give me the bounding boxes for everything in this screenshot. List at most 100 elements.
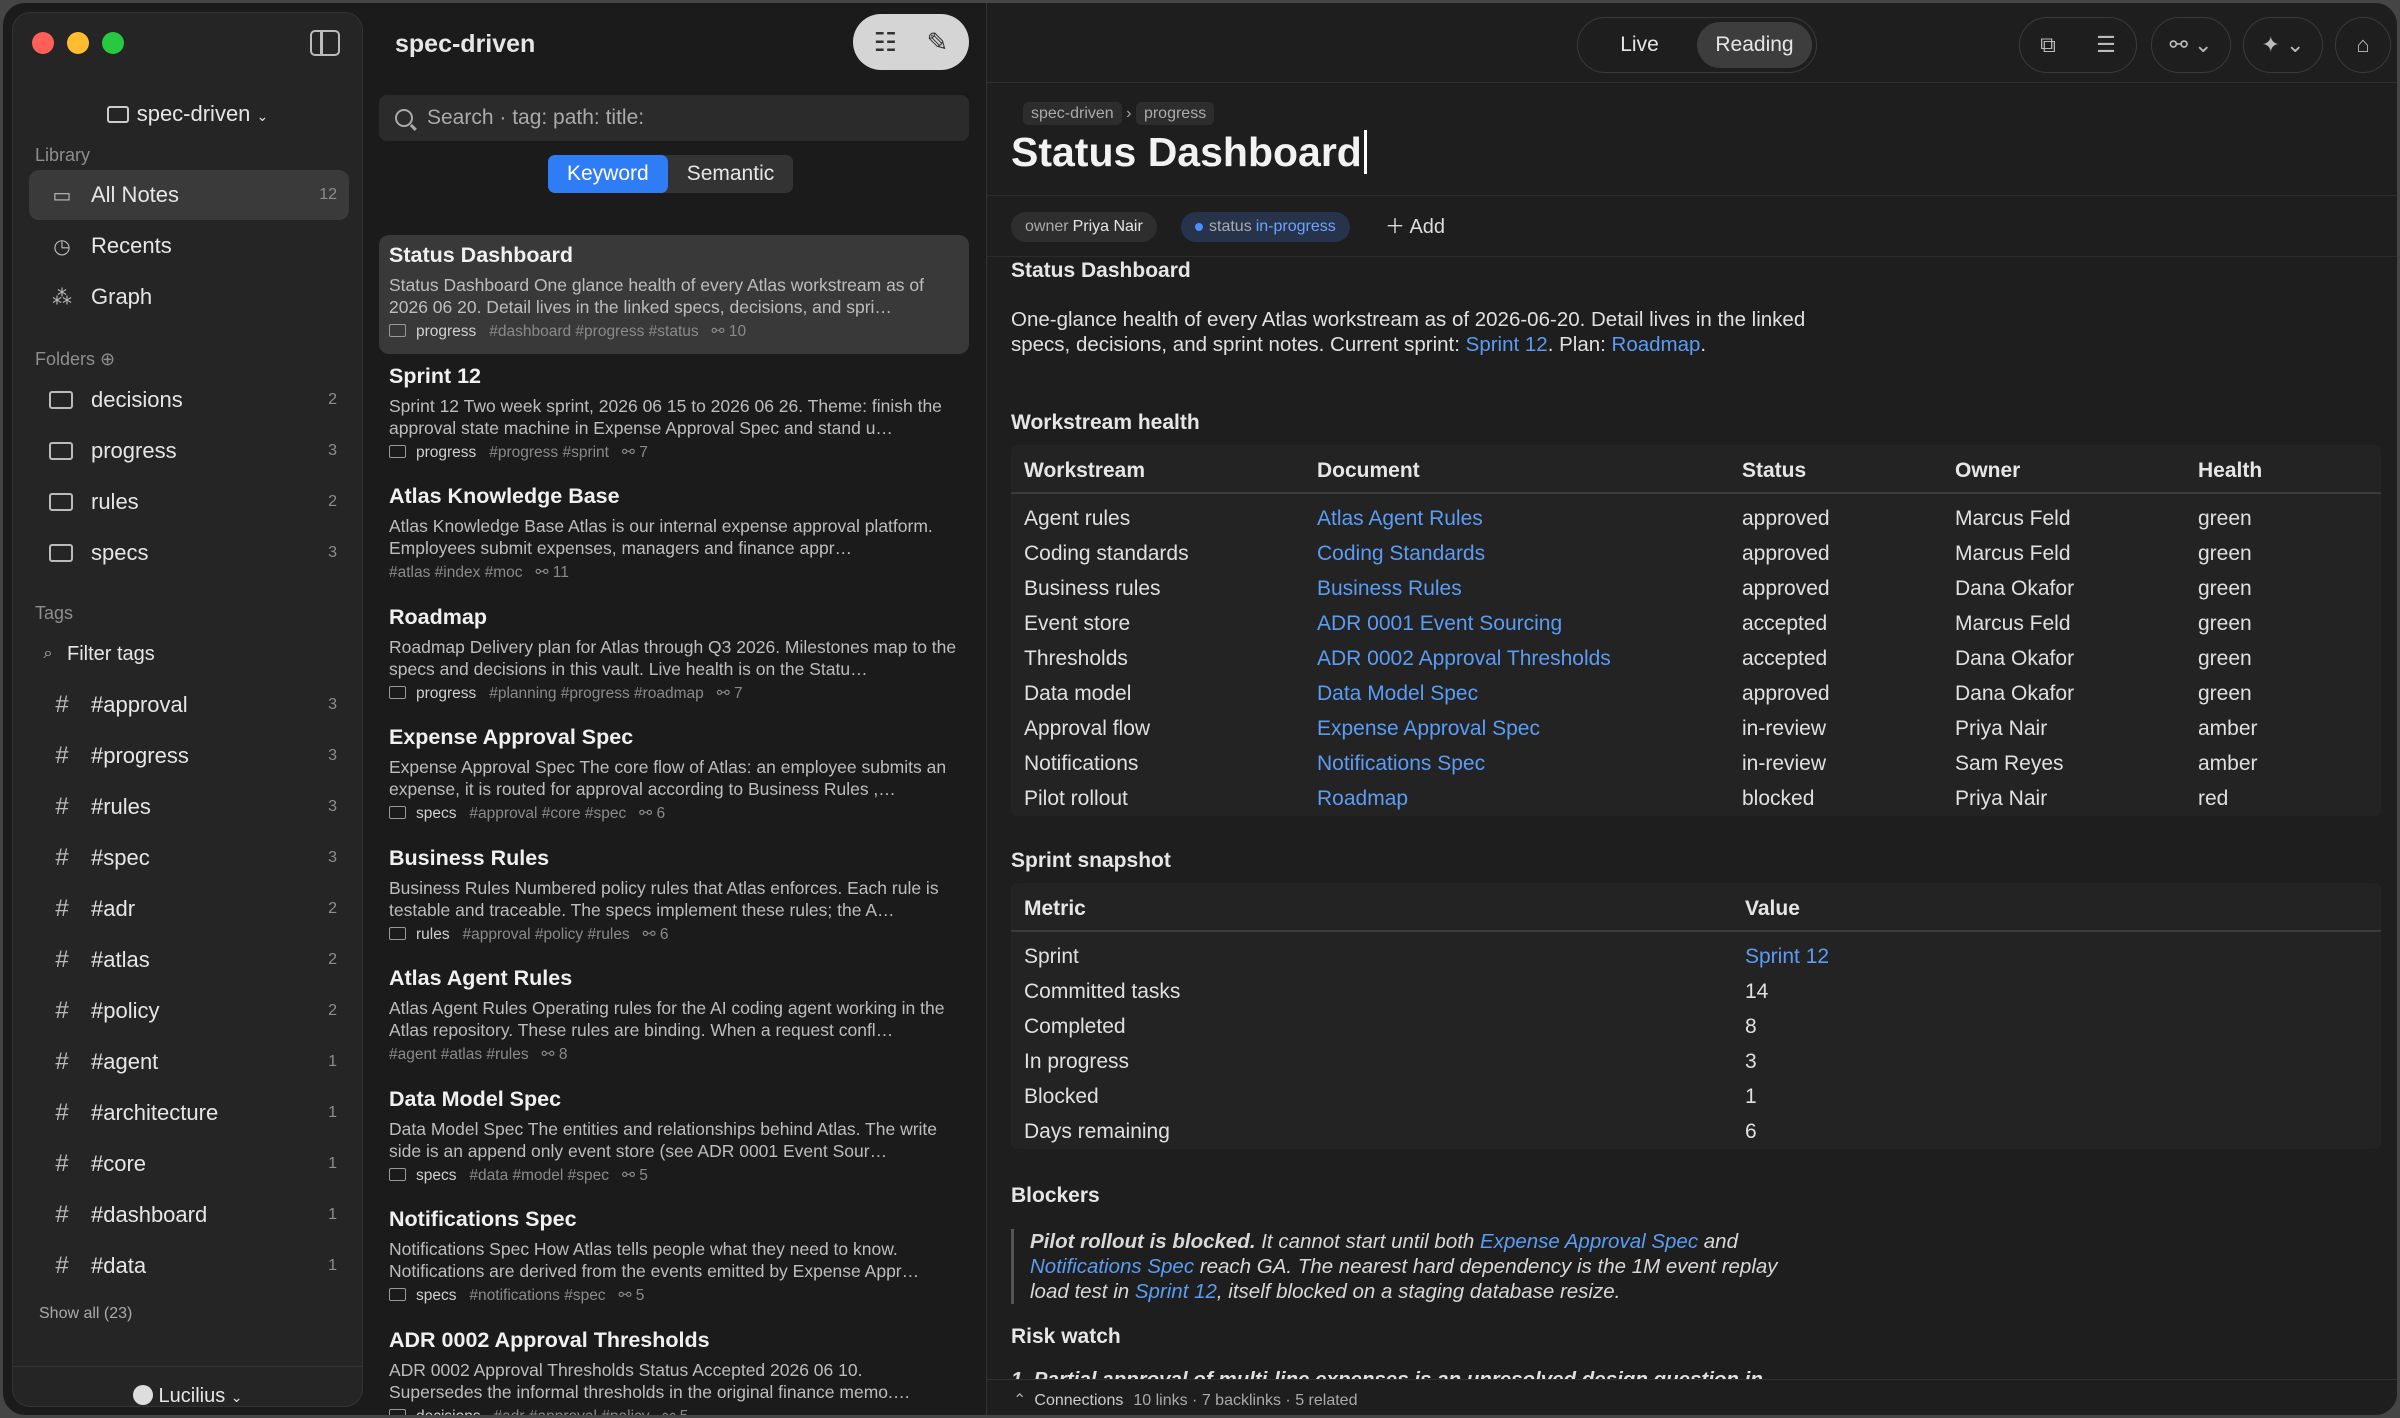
sidebar-folder-rules[interactable]: rules 2 <box>29 477 349 527</box>
expense-approval-spec-link[interactable]: Expense Approval Spec <box>1480 1230 1698 1253</box>
graph-icon: ⁂ <box>52 286 72 309</box>
note-card[interactable]: Notifications Spec Notifications Spec How… <box>379 1199 969 1318</box>
sidebar-toggle-icon[interactable] <box>310 30 340 56</box>
sidebar-folder-decisions[interactable]: decisions 2 <box>29 375 349 425</box>
sprint-link[interactable]: Sprint 12 <box>1745 945 1829 968</box>
document-link[interactable]: Data Model Spec <box>1317 682 1478 705</box>
note-excerpt: Status Dashboard One glance health of ev… <box>389 275 925 317</box>
checklist-icon[interactable]: ☷ <box>874 27 897 58</box>
note-card[interactable]: Atlas Agent Rules Atlas Agent Rules Opera… <box>379 958 969 1077</box>
sidebar-tag-data[interactable]: # #data 1 <box>29 1241 349 1291</box>
table-cell: green <box>2198 542 2252 565</box>
sidebar-tag-progress[interactable]: # #progress 3 <box>29 731 349 781</box>
sidebar-tag-approval[interactable]: # #approval 3 <box>29 680 349 730</box>
breadcrumb: spec-driven › progress <box>1023 102 1215 125</box>
semantic-mode-button[interactable]: Semantic <box>668 155 794 193</box>
tag-button[interactable]: ⌂ <box>2335 17 2391 73</box>
sidebar-tag-atlas[interactable]: # #atlas 2 <box>29 935 349 985</box>
breadcrumb-folder[interactable]: progress <box>1135 102 1215 125</box>
link-menu[interactable]: ⚯ ⌄ <box>2151 17 2231 73</box>
live-mode-button[interactable]: Live <box>1582 22 1697 68</box>
owner-property[interactable]: owner Priya Nair <box>1011 212 1157 242</box>
sidebar-tag-adr[interactable]: # #adr 2 <box>29 884 349 934</box>
note-card[interactable]: Data Model Spec Data Model Spec The entit… <box>379 1079 969 1198</box>
filter-tags-input[interactable]: ⌕ Filter tags <box>29 629 349 679</box>
table-row: Agent rules Atlas Agent Rules approved Marc… <box>1011 493 2381 536</box>
count-badge: 3 <box>328 442 337 459</box>
page-title[interactable]: Status Dashboard <box>1011 129 1367 176</box>
note-tags: #approval #policy #rules <box>462 925 630 943</box>
document-link[interactable]: Notifications Spec <box>1317 752 1485 775</box>
add-property-button[interactable]: ＋ Add <box>1385 212 1445 242</box>
note-card[interactable]: Atlas Knowledge Base Atlas Knowledge Base… <box>379 476 969 595</box>
sidebar-folder-specs[interactable]: specs 3 <box>29 528 349 578</box>
note-card[interactable]: Status Dashboard Status Dashboard One gla… <box>379 235 969 354</box>
note-excerpt: Data Model Spec The entities and relatio… <box>389 1118 938 1161</box>
sidebar-item-graph[interactable]: ⁂ Graph <box>29 272 349 322</box>
folder-icon <box>49 442 73 460</box>
copy-icon[interactable]: ⧉ <box>2040 32 2056 58</box>
new-note-icon[interactable]: ✎ <box>926 27 948 58</box>
note-folder: specs <box>416 805 457 822</box>
count-badge: 3 <box>328 798 337 815</box>
document-link[interactable]: Coding Standards <box>1317 542 1485 565</box>
note-card[interactable]: Roadmap Roadmap Delivery plan for Atlas t… <box>379 597 969 716</box>
roadmap-link[interactable]: Roadmap <box>1612 333 1701 356</box>
hash-icon: # <box>55 691 69 718</box>
note-folder: progress <box>416 443 477 461</box>
table-cell: in-review <box>1742 717 1827 740</box>
sidebar-tag-rules[interactable]: # #rules 3 <box>29 782 349 832</box>
sidebar-tag-agent[interactable]: # #agent 1 <box>29 1037 349 1087</box>
breadcrumb-vault[interactable]: spec-driven <box>1023 102 1122 125</box>
table-cell: Marcus Feld <box>1955 507 2071 530</box>
note-card[interactable]: Sprint 12 Sprint 12 Two week sprint, 2026… <box>379 356 969 475</box>
outline-icon[interactable]: ☰ <box>2096 32 2116 58</box>
sidebar-folder-progress[interactable]: progress 3 <box>29 426 349 476</box>
user-menu[interactable]: Lucilius ⌄ <box>13 1366 362 1408</box>
close-window-button[interactable] <box>32 32 54 54</box>
status-property[interactable]: status in-progress <box>1181 212 1350 242</box>
document-link[interactable]: Roadmap <box>1317 787 1408 810</box>
reading-mode-button[interactable]: Reading <box>1697 22 1812 68</box>
table-row: Sprint Sprint 12 <box>1011 931 2381 974</box>
sidebar-tag-architecture[interactable]: # #architecture 1 <box>29 1088 349 1138</box>
note-card[interactable]: Expense Approval Spec Expense Approval Sp… <box>379 717 969 836</box>
search-icon <box>395 109 413 127</box>
document-link[interactable]: Atlas Agent Rules <box>1317 507 1483 530</box>
table-cell: approved <box>1742 682 1830 705</box>
table-row: Business rules Business Rules approved Dana… <box>1011 571 2381 606</box>
show-all-tags-link[interactable]: Show all (23) <box>39 1305 132 1323</box>
ai-menu[interactable]: ✦ ⌄ <box>2243 17 2323 73</box>
document-link[interactable]: Business Rules <box>1317 577 1462 600</box>
document-link[interactable]: Expense Approval Spec <box>1317 717 1540 740</box>
sidebar-item-recents[interactable]: ◷ Recents <box>29 221 349 271</box>
zoom-window-button[interactable] <box>102 32 124 54</box>
sidebar-tag-dashboard[interactable]: # #dashboard 1 <box>29 1190 349 1240</box>
note-card[interactable]: Business Rules Business Rules Numbered po… <box>379 838 969 957</box>
minimize-window-button[interactable] <box>67 32 89 54</box>
link-icon: ⚯ <box>639 805 653 822</box>
notifications-spec-link[interactable]: Notifications Spec <box>1030 1255 1194 1278</box>
note-title: ADR 0002 Approval Thresholds <box>389 1327 710 1352</box>
sidebar-item-all-notes[interactable]: ▭ All Notes 12 <box>29 170 349 220</box>
sprint-12-link[interactable]: Sprint 12 <box>1135 1280 1217 1303</box>
vault-name: spec-driven <box>136 101 251 126</box>
vault-switcher[interactable]: spec-driven ⌄ <box>13 101 362 127</box>
keyword-mode-button[interactable]: Keyword <box>548 155 668 193</box>
document-link[interactable]: ADR 0001 Event Sourcing <box>1317 612 1562 635</box>
table-cell: Priya Nair <box>1955 787 2048 810</box>
column-header: Document <box>1304 445 1729 494</box>
sidebar-tag-spec[interactable]: # #spec 3 <box>29 833 349 883</box>
connections-bar[interactable]: ⌃ Connections 10 links · 7 backlinks · 5 r… <box>987 1379 2397 1415</box>
link-icon: ⚯ <box>642 925 656 943</box>
sidebar-tag-core[interactable]: # #core 1 <box>29 1139 349 1189</box>
document-link[interactable]: ADR 0002 Approval Thresholds <box>1317 647 1611 670</box>
note-card[interactable]: ADR 0002 Approval Thresholds ADR 0002 App… <box>379 1320 969 1415</box>
sidebar-tag-policy[interactable]: # #policy 2 <box>29 986 349 1036</box>
sprint-12-link[interactable]: Sprint 12 <box>1466 333 1548 356</box>
table-cell: green <box>2198 612 2252 635</box>
folder-icon <box>49 544 73 562</box>
add-folder-icon[interactable]: ⊕ <box>100 349 115 369</box>
link-icon: ⚯ <box>621 443 635 461</box>
search-input[interactable]: Search · tag: path: title: <box>379 95 969 141</box>
